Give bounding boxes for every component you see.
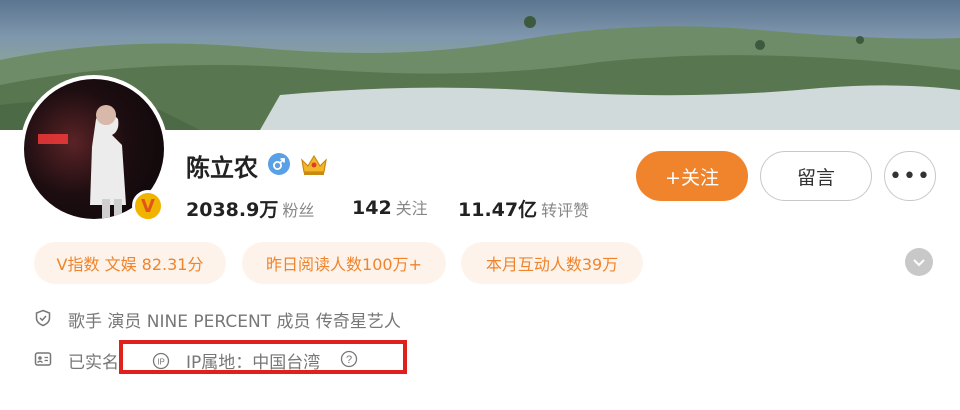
stat-value: 11.47亿 (458, 199, 538, 221)
follow-button[interactable]: +关注 (636, 151, 748, 201)
message-button[interactable]: 留言 (760, 151, 872, 201)
realname-status: 已实名 (68, 353, 119, 373)
daily-readers-pill[interactable]: 昨日阅读人数100万+ (242, 242, 446, 284)
more-options-button[interactable]: ••• (884, 151, 936, 201)
stat-label: 转评赞 (541, 201, 590, 220)
stat-value: 2038.9万 (186, 199, 279, 221)
v-index-pill[interactable]: V指数 文娱 82.31分 (34, 242, 226, 284)
id-card-icon (34, 352, 52, 366)
stat-fans[interactable]: 2038.9万 粉丝 (186, 195, 314, 222)
profile-name: 陈立农 (186, 154, 258, 182)
shield-icon (35, 309, 51, 327)
crown-icon[interactable] (298, 150, 330, 178)
stat-likes[interactable]: 11.47亿 转评赞 (458, 195, 589, 222)
verified-badge-icon: V (132, 190, 164, 222)
highlight-annotation-box (119, 340, 407, 374)
stat-following[interactable]: 142 关注 (352, 195, 428, 219)
stat-value: 142 (352, 197, 392, 219)
profile-description: 歌手 演员 NINE PERCENT 成员 传奇星艺人 (68, 312, 401, 332)
stat-label: 粉丝 (282, 201, 315, 220)
expand-chevron-icon[interactable] (905, 248, 933, 276)
monthly-interactions-pill[interactable]: 本月互动人数39万 (461, 242, 643, 284)
stat-label: 关注 (395, 199, 428, 218)
male-icon (268, 153, 290, 175)
